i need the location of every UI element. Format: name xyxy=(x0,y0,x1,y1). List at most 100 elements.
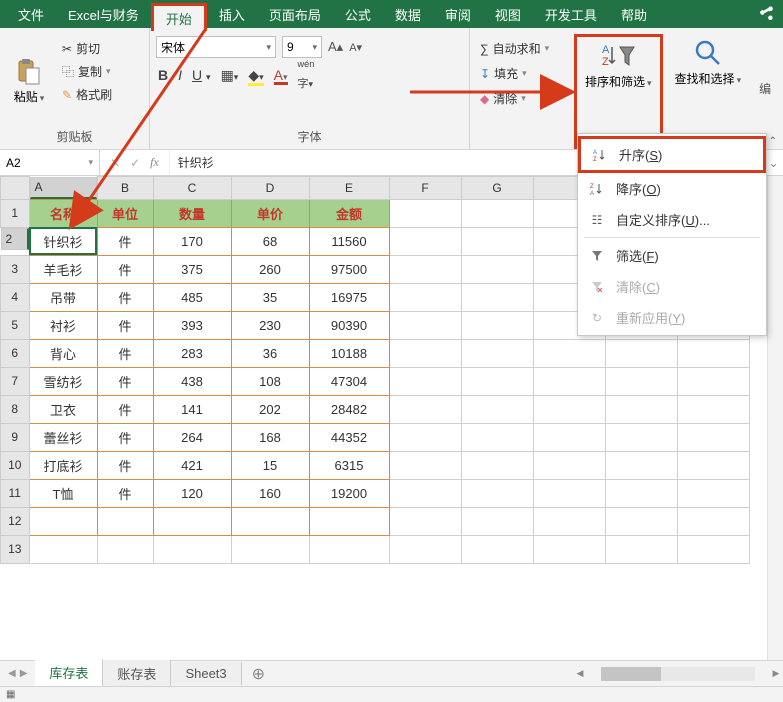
add-sheet-button[interactable]: ⊕ xyxy=(242,664,275,684)
cell[interactable] xyxy=(309,507,389,535)
tab-developer[interactable]: 开发工具 xyxy=(533,0,609,28)
fill-color-button[interactable]: ◆▾ xyxy=(248,67,263,84)
cell[interactable]: 141 xyxy=(153,395,231,423)
cell[interactable] xyxy=(231,535,309,563)
cell[interactable]: 打底衫 xyxy=(29,451,97,479)
cell[interactable]: 170 xyxy=(153,227,231,255)
col-header-f[interactable]: F xyxy=(389,177,461,200)
cell[interactable] xyxy=(677,423,749,451)
tab-excel-finance[interactable]: Excel与财务 xyxy=(56,0,151,28)
cell[interactable]: 160 xyxy=(231,479,309,507)
cell[interactable]: T恤 xyxy=(29,479,97,507)
cell[interactable]: 件 xyxy=(97,423,153,451)
cell[interactable] xyxy=(461,423,533,451)
cell[interactable]: 衬衫 xyxy=(29,311,97,339)
cell[interactable] xyxy=(461,395,533,423)
cell[interactable]: 230 xyxy=(231,311,309,339)
cell[interactable]: 108 xyxy=(231,367,309,395)
cell[interactable] xyxy=(389,227,461,255)
cell[interactable] xyxy=(461,479,533,507)
row-header[interactable]: 9 xyxy=(1,423,30,451)
cell[interactable] xyxy=(389,507,461,535)
cell[interactable] xyxy=(677,507,749,535)
ribbon-more[interactable]: 编 xyxy=(753,28,777,149)
cancel-icon[interactable]: ✕ xyxy=(110,156,120,170)
cell[interactable] xyxy=(389,255,461,283)
record-macro-icon[interactable]: ▦ xyxy=(6,689,15,700)
cell[interactable] xyxy=(677,535,749,563)
cell[interactable] xyxy=(533,479,605,507)
cell[interactable] xyxy=(461,451,533,479)
sheet-tab-2[interactable]: Sheet3 xyxy=(171,662,241,685)
share-button[interactable] xyxy=(749,0,783,28)
cell[interactable] xyxy=(461,507,533,535)
tab-help[interactable]: 帮助 xyxy=(609,0,659,28)
col-header-a[interactable]: A xyxy=(30,177,97,199)
col-header-c[interactable]: C xyxy=(153,177,231,200)
cell[interactable]: 202 xyxy=(231,395,309,423)
cell[interactable]: 背心 xyxy=(29,339,97,367)
cell[interactable]: 283 xyxy=(153,339,231,367)
tab-insert[interactable]: 插入 xyxy=(207,0,257,28)
cell[interactable] xyxy=(677,479,749,507)
find-select-button[interactable]: 查找和选择 xyxy=(667,34,750,149)
cell[interactable] xyxy=(461,283,533,311)
fill-button[interactable]: ↧填充▾ xyxy=(476,63,564,84)
font-color-button[interactable]: A▾ xyxy=(274,67,288,83)
cell[interactable]: 485 xyxy=(153,283,231,311)
cell[interactable]: 28482 xyxy=(309,395,389,423)
cell[interactable] xyxy=(153,535,231,563)
menu-sort-desc[interactable]: ZA 降序(O) xyxy=(578,173,766,204)
cell[interactable]: 件 xyxy=(97,227,153,255)
tab-page-layout[interactable]: 页面布局 xyxy=(257,0,333,28)
phonetic-button[interactable]: wén字▾ xyxy=(298,59,315,91)
cell[interactable]: 件 xyxy=(97,283,153,311)
enter-icon[interactable]: ✓ xyxy=(130,156,140,170)
cell[interactable]: 35 xyxy=(231,283,309,311)
cell[interactable] xyxy=(533,451,605,479)
cell[interactable] xyxy=(29,535,97,563)
cell[interactable]: 卫衣 xyxy=(29,395,97,423)
cell[interactable]: 10188 xyxy=(309,339,389,367)
row-header[interactable]: 8 xyxy=(1,395,30,423)
col-header-d[interactable]: D xyxy=(231,177,309,200)
cell[interactable] xyxy=(533,395,605,423)
cell[interactable]: 单价 xyxy=(231,199,309,227)
tab-file[interactable]: 文件 xyxy=(6,0,56,28)
cell[interactable] xyxy=(677,367,749,395)
cell[interactable]: 68 xyxy=(231,227,309,255)
tab-review[interactable]: 审阅 xyxy=(433,0,483,28)
cell[interactable]: 47304 xyxy=(309,367,389,395)
bold-button[interactable]: B xyxy=(158,67,168,83)
cell[interactable]: 羊毛衫 xyxy=(29,255,97,283)
menu-sort-asc[interactable]: AZ 升序(S) xyxy=(578,136,766,173)
cell[interactable] xyxy=(29,507,97,535)
cell[interactable] xyxy=(389,479,461,507)
sheet-tab-1[interactable]: 账存表 xyxy=(103,660,171,687)
increase-font-icon[interactable]: A▴ xyxy=(328,39,343,55)
row-header[interactable]: 7 xyxy=(1,367,30,395)
cell[interactable] xyxy=(389,395,461,423)
cell[interactable]: 数量 xyxy=(153,199,231,227)
decrease-font-icon[interactable]: A▾ xyxy=(349,41,362,54)
cell[interactable]: 36 xyxy=(231,339,309,367)
tab-home[interactable]: 开始 xyxy=(151,3,207,31)
cell[interactable]: 针织衫 xyxy=(29,227,97,255)
cell[interactable]: 44352 xyxy=(309,423,389,451)
cell[interactable]: 15 xyxy=(231,451,309,479)
cell[interactable] xyxy=(461,339,533,367)
row-header[interactable]: 6 xyxy=(1,339,30,367)
horizontal-scrollbar[interactable]: ◀▶ xyxy=(573,660,783,686)
cell[interactable] xyxy=(605,395,677,423)
cell[interactable]: 件 xyxy=(97,339,153,367)
menu-filter[interactable]: 筛选(F) xyxy=(578,240,766,271)
cell[interactable] xyxy=(461,535,533,563)
cell[interactable]: 19200 xyxy=(309,479,389,507)
cell[interactable] xyxy=(389,451,461,479)
cell[interactable]: 393 xyxy=(153,311,231,339)
cell[interactable] xyxy=(461,255,533,283)
cell[interactable]: 件 xyxy=(97,255,153,283)
cell[interactable]: 375 xyxy=(153,255,231,283)
sheet-nav-prev[interactable]: ◀ xyxy=(8,668,16,679)
row-header[interactable]: 1 xyxy=(1,199,30,227)
